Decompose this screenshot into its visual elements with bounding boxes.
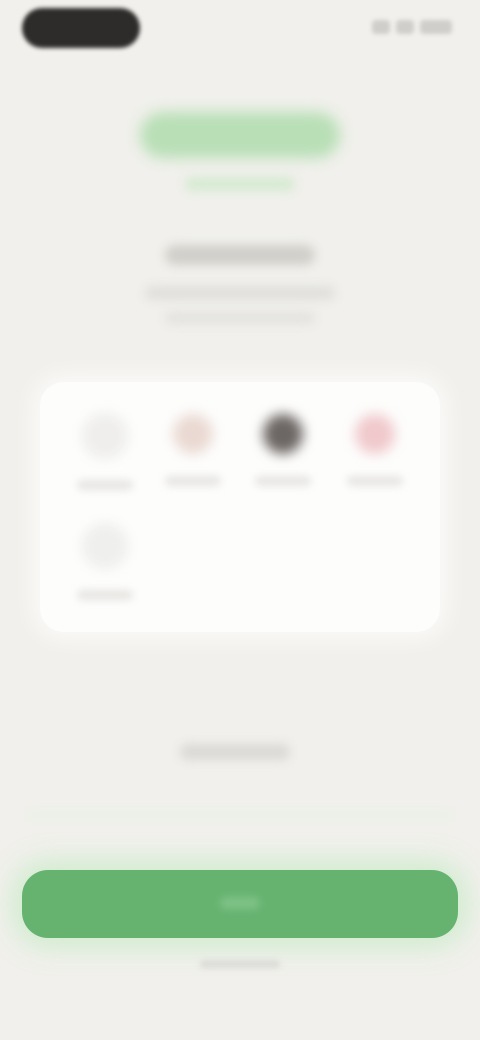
status-bar-time [22,8,140,48]
home-indicator [200,960,280,968]
dark-swatch-icon [263,414,303,454]
signal-icon [372,20,390,34]
option-tile[interactable] [60,524,150,600]
divider [30,812,450,818]
brand-header [0,112,480,191]
status-bar-icons [372,20,452,34]
secondary-link[interactable] [180,744,290,760]
option-tile[interactable] [60,414,150,490]
option-label [165,476,221,486]
brand-logo [140,112,340,158]
page-subtitle [145,286,335,300]
option-label [347,476,403,486]
primary-button[interactable] [22,870,458,938]
options-card [40,382,440,632]
option-tile[interactable] [238,414,328,486]
empty-circle-icon [83,524,127,568]
wifi-icon [396,20,414,34]
option-label [255,476,311,486]
brand-tagline [185,177,295,191]
page-subtitle-line-2 [165,312,315,324]
option-label [77,480,133,490]
primary-button-label [220,897,260,909]
option-tile[interactable] [330,414,420,486]
pink-swatch-icon [355,414,395,454]
beige-swatch-icon [173,414,213,454]
app-screen [0,0,480,1040]
page-title [165,245,315,265]
option-tile[interactable] [148,414,238,486]
battery-icon [420,20,452,34]
empty-circle-icon [83,414,127,458]
page-heading [0,245,480,324]
option-label [77,590,133,600]
